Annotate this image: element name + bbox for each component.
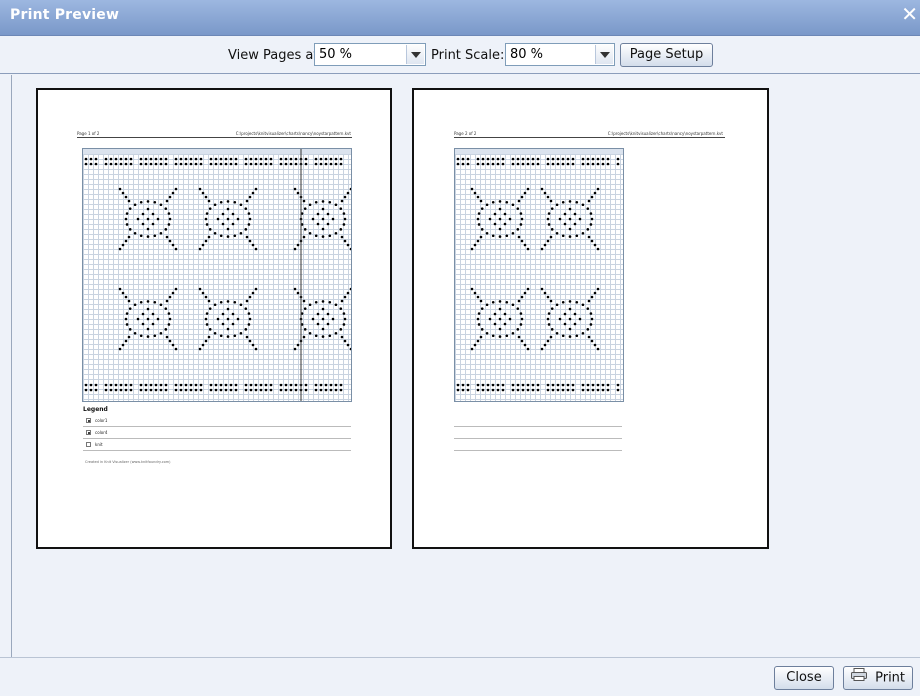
legend-divider <box>454 450 622 451</box>
chart-grid <box>454 148 624 402</box>
print-button[interactable]: Print <box>843 666 913 690</box>
window-title: Print Preview <box>10 7 120 23</box>
print-scale-value: 80 % <box>510 47 544 62</box>
legend-divider <box>83 438 351 439</box>
title-bar: Print Preview ✕ <box>0 0 920 36</box>
close-button-label: Close <box>786 670 822 685</box>
page-header-right: C:\projects\knitvisualizer\charts\nancy\… <box>607 131 723 136</box>
print-scale-select[interactable]: 80 % <box>505 43 615 66</box>
footer-note: Created in Knit Visualizer (www.knitfoun… <box>85 460 171 464</box>
view-pages-label: View Pages at <box>228 48 319 63</box>
header-rule <box>77 137 352 138</box>
legend-divider <box>83 450 351 451</box>
legend-item-label: color4 <box>95 430 108 435</box>
legend-divider <box>454 426 622 427</box>
legend-swatch-color4 <box>86 430 91 435</box>
close-button[interactable]: Close <box>774 666 834 690</box>
view-pages-value: 50 % <box>319 47 353 62</box>
legend-divider <box>454 438 622 439</box>
preview-page-1: Page 1 of 2 C:\projects\knitvisualizer\c… <box>36 88 392 549</box>
stitch-pattern <box>456 157 620 392</box>
legend-swatch-knit <box>86 442 91 447</box>
chart-grid <box>82 148 352 402</box>
legend-swatch-color1 <box>86 418 91 423</box>
page-header-left: Page 1 of 2 <box>77 131 100 136</box>
chevron-down-icon[interactable] <box>406 45 424 64</box>
legend-item-label: knit <box>95 442 103 447</box>
header-rule <box>454 137 725 138</box>
print-scale-label: Print Scale: <box>431 48 505 63</box>
chevron-down-icon[interactable] <box>595 45 613 64</box>
bottom-bar: Close Print <box>0 657 920 696</box>
printer-icon <box>850 667 867 689</box>
close-window-icon[interactable]: ✕ <box>901 4 918 24</box>
toolbar: View Pages at 50 % Print Scale: 80 % Pag… <box>0 36 920 74</box>
legend-divider <box>83 426 351 427</box>
page-setup-button[interactable]: Page Setup <box>620 43 713 67</box>
legend-title: Legend <box>83 406 108 413</box>
preview-page-2: Page 2 of 2 C:\projects\knitvisualizer\c… <box>412 88 769 549</box>
page-header-right: C:\projects\knitvisualizer\charts\nancy\… <box>235 131 351 136</box>
page-header-left: Page 2 of 2 <box>454 131 477 136</box>
print-button-label: Print <box>875 670 906 686</box>
stitch-pattern <box>84 149 351 401</box>
view-pages-select[interactable]: 50 % <box>314 43 426 66</box>
legend-item-label: color1 <box>95 418 108 423</box>
preview-area[interactable]: Page 1 of 2 C:\projects\knitvisualizer\c… <box>11 75 920 657</box>
